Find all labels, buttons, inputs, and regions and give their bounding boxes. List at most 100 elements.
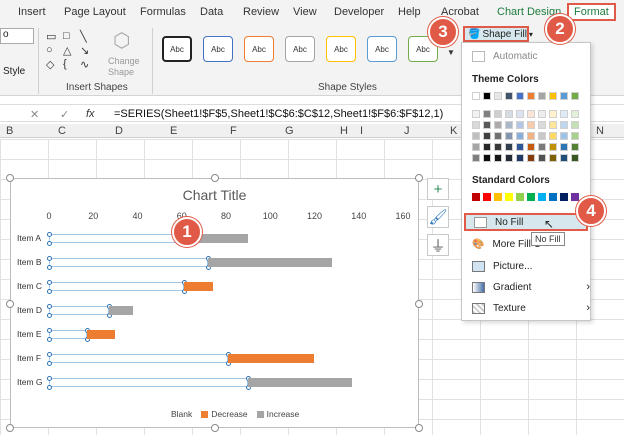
style-label[interactable]: Style	[3, 66, 25, 77]
theme-color-swatch[interactable]	[560, 132, 568, 140]
tab-page-layout[interactable]: Page Layout	[64, 6, 126, 18]
theme-color-swatch[interactable]	[549, 154, 557, 162]
style-sample-gold[interactable]: Abc	[326, 36, 356, 62]
rectangle-icon[interactable]: □	[63, 30, 70, 42]
menu-texture[interactable]: Texture ›	[472, 299, 590, 317]
column-header[interactable]: F	[230, 125, 237, 137]
style-sample-lightblue[interactable]: Abc	[367, 36, 397, 62]
theme-color-swatch[interactable]	[483, 154, 491, 162]
tab-developer[interactable]: Developer	[334, 6, 384, 18]
theme-color-swatch[interactable]	[527, 132, 535, 140]
bar-increase[interactable]	[108, 306, 134, 315]
theme-color-swatch[interactable]	[472, 154, 480, 162]
selection-handle[interactable]	[47, 241, 52, 246]
plot-area[interactable]: 0 20 40 60 80 100 120 140 160 Item A Item B Item CI…	[11, 179, 418, 427]
theme-color-swatch[interactable]	[472, 132, 480, 140]
theme-color-swatch[interactable]	[483, 121, 491, 129]
resize-handle[interactable]	[415, 424, 423, 432]
enter-icon[interactable]: ✓	[60, 108, 69, 121]
theme-color-swatch[interactable]	[560, 110, 568, 118]
theme-color-swatch[interactable]	[571, 143, 579, 151]
selection-handle[interactable]	[47, 280, 52, 285]
menu-automatic[interactable]: Automatic	[472, 47, 590, 65]
column-header[interactable]: C	[58, 125, 66, 137]
bracket-icon[interactable]: {	[63, 58, 67, 70]
selection-handle[interactable]	[47, 304, 52, 309]
theme-color-swatch[interactable]	[516, 143, 524, 151]
arrow-icon[interactable]: ↘	[80, 44, 89, 57]
standard-color-swatch[interactable]	[527, 193, 535, 201]
bar-increase[interactable]	[208, 258, 333, 267]
resize-handle[interactable]	[6, 300, 14, 308]
theme-color-swatch[interactable]	[472, 92, 480, 100]
gallery-down-icon[interactable]: ▼	[447, 48, 455, 57]
style-sample-blue[interactable]: Abc	[203, 36, 233, 62]
tab-review[interactable]: Review	[243, 6, 279, 18]
theme-color-swatch[interactable]	[560, 143, 568, 151]
theme-color-swatch[interactable]	[472, 110, 480, 118]
style-sample-gray[interactable]: Abc	[285, 36, 315, 62]
theme-color-swatch[interactable]	[483, 132, 491, 140]
theme-color-swatch[interactable]	[494, 143, 502, 151]
theme-color-swatch[interactable]	[560, 92, 568, 100]
selection-handle[interactable]	[47, 385, 52, 390]
tab-help[interactable]: Help	[398, 6, 421, 18]
menu-no-fill[interactable]: No Fill	[464, 213, 588, 231]
selection-handle[interactable]	[47, 313, 52, 318]
column-header[interactable]: N	[596, 125, 604, 137]
theme-color-swatch[interactable]	[527, 110, 535, 118]
standard-color-swatch[interactable]	[505, 193, 513, 201]
style-sample-orange[interactable]: Abc	[244, 36, 274, 62]
theme-color-swatch[interactable]	[516, 132, 524, 140]
resize-handle[interactable]	[415, 174, 423, 182]
column-header[interactable]: G	[285, 125, 294, 137]
theme-color-swatch[interactable]	[538, 92, 546, 100]
theme-color-swatch[interactable]	[516, 110, 524, 118]
theme-color-swatch[interactable]	[494, 121, 502, 129]
bar-blank[interactable]	[49, 234, 187, 243]
theme-color-swatch[interactable]	[571, 92, 579, 100]
selection-handle[interactable]	[47, 265, 52, 270]
bar-decrease[interactable]	[228, 354, 315, 363]
theme-color-swatch[interactable]	[516, 154, 524, 162]
column-header[interactable]: K	[450, 125, 457, 137]
theme-color-swatch[interactable]	[527, 143, 535, 151]
chart-elements-button[interactable]: +	[427, 178, 449, 200]
theme-color-swatch[interactable]	[538, 132, 546, 140]
textbox-icon[interactable]: ▭	[46, 30, 56, 43]
column-header[interactable]: I	[360, 125, 363, 137]
theme-color-swatch[interactable]	[560, 154, 568, 162]
selection-handle[interactable]	[47, 337, 52, 342]
standard-color-swatch[interactable]	[560, 193, 568, 201]
selection-handle[interactable]	[47, 328, 52, 333]
theme-color-swatch[interactable]	[494, 110, 502, 118]
formula-input[interactable]: =SERIES(Sheet1!$F$5,Sheet1!$C$6:$C$12,Sh…	[114, 108, 443, 120]
column-header[interactable]: H	[340, 125, 348, 137]
theme-color-swatch[interactable]	[527, 154, 535, 162]
resize-handle[interactable]	[6, 174, 14, 182]
column-header[interactable]: D	[115, 125, 123, 137]
standard-color-swatch[interactable]	[516, 193, 524, 201]
theme-color-swatch[interactable]	[549, 110, 557, 118]
theme-color-swatch[interactable]	[538, 110, 546, 118]
theme-color-swatch[interactable]	[505, 121, 513, 129]
tab-format[interactable]: Format	[567, 3, 616, 21]
theme-color-swatch[interactable]	[549, 132, 557, 140]
bar-blank[interactable]	[49, 258, 209, 267]
tab-formulas[interactable]: Formulas	[140, 6, 186, 18]
standard-color-swatch[interactable]	[549, 193, 557, 201]
cancel-icon[interactable]: ✕	[30, 108, 39, 121]
curve-icon[interactable]: ∿	[80, 58, 89, 71]
chart-area[interactable]: Chart Title 0 20 40 60 80 100 120 140 160 Item AI…	[6, 174, 423, 432]
standard-color-swatch[interactable]	[571, 193, 579, 201]
bar-blank[interactable]	[49, 282, 184, 291]
selection-handle[interactable]	[47, 352, 52, 357]
theme-color-swatch[interactable]	[571, 110, 579, 118]
theme-color-swatch[interactable]	[538, 121, 546, 129]
theme-color-swatch[interactable]	[527, 92, 535, 100]
resize-handle[interactable]	[211, 174, 219, 182]
change-shape-line2[interactable]: Shape	[108, 67, 134, 77]
standard-color-swatch[interactable]	[494, 193, 502, 201]
theme-color-swatch[interactable]	[505, 92, 513, 100]
change-shape-icon[interactable]: ⬡	[113, 28, 130, 53]
